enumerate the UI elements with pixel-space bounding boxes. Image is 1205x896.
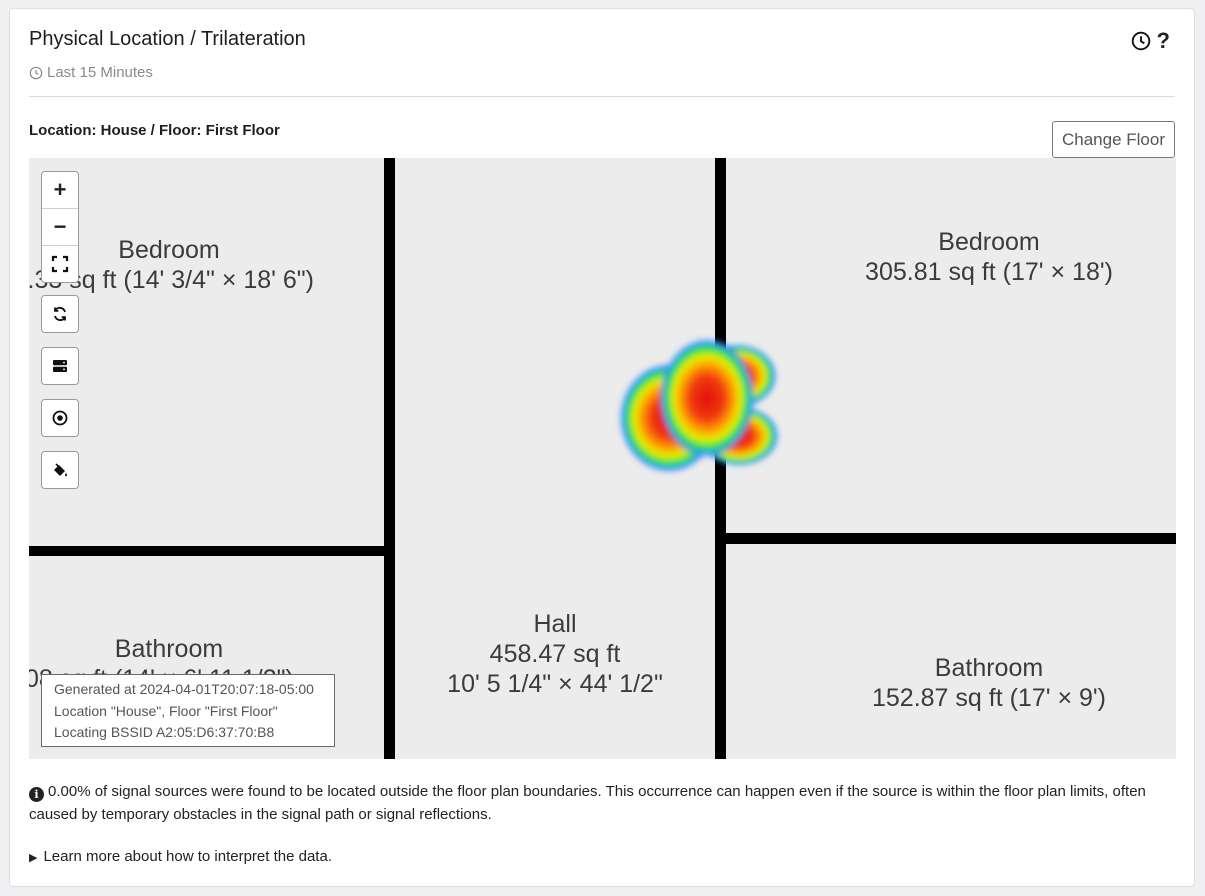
zoom-controls: + − bbox=[41, 171, 79, 283]
info-icon: i bbox=[29, 787, 44, 802]
target-button[interactable] bbox=[41, 399, 79, 437]
room-area: 458.47 sq ft bbox=[489, 640, 621, 668]
signal-heatmap bbox=[619, 338, 779, 473]
refresh-button[interactable] bbox=[41, 295, 79, 333]
note-text: 0.00% of signal sources were found to be… bbox=[29, 783, 1146, 823]
paint-bucket-button[interactable] bbox=[41, 451, 79, 489]
room-name: Bedroom bbox=[938, 228, 1040, 256]
target-icon bbox=[52, 410, 68, 426]
server-icon bbox=[53, 360, 67, 372]
disclosure-triangle-icon: ▶ bbox=[29, 852, 38, 864]
learn-more-toggle[interactable]: ▶ Learn more about how to interpret the d… bbox=[29, 848, 332, 865]
help-icon[interactable]: ? bbox=[1157, 30, 1170, 52]
room-hall: Hall 458.47 sq ft 10' 5 1/4" × 44' 1/2" bbox=[405, 609, 705, 699]
room-name: Bathroom bbox=[934, 654, 1044, 682]
room-area: 152.87 sq ft (17' × 9') bbox=[872, 684, 1106, 712]
clock-small-icon bbox=[29, 66, 43, 79]
wall bbox=[29, 546, 389, 556]
map-info-box: Generated at 2024-04-01T20:07:18-05:00 L… bbox=[41, 674, 335, 747]
header-actions: ? bbox=[1131, 30, 1170, 52]
room-area: 305.81 sq ft (17' × 18') bbox=[865, 258, 1113, 286]
refresh-icon bbox=[54, 307, 66, 321]
zoom-in-button[interactable]: + bbox=[42, 172, 78, 209]
server-button[interactable] bbox=[41, 347, 79, 385]
wall bbox=[384, 158, 395, 759]
room-name: Bathroom bbox=[114, 635, 224, 663]
generated-at: Generated at 2024-04-01T20:07:18-05:00 bbox=[54, 681, 314, 697]
page-title: Physical Location / Trilateration bbox=[29, 28, 306, 50]
change-floor-button[interactable]: Change Floor bbox=[1052, 121, 1175, 158]
clock-icon[interactable] bbox=[1131, 31, 1151, 51]
room-bathroom-right: Bathroom 152.87 sq ft (17' × 9') bbox=[819, 653, 1159, 713]
fullscreen-icon bbox=[51, 255, 69, 273]
floor-plan-map[interactable]: Bedroom 9.33 sq ft (14' 3/4" × 18' 6") B… bbox=[29, 158, 1176, 759]
trilateration-card: Physical Location / Trilateration Last 1… bbox=[9, 8, 1195, 887]
wall bbox=[721, 533, 1176, 544]
paint-bucket-icon bbox=[54, 463, 67, 477]
info-location: Location "House", Floor "First Floor" bbox=[54, 702, 278, 719]
locating-bssid: Locating BSSID A2:05:D6:37:70:B8 bbox=[54, 724, 275, 740]
room-dims: 10' 5 1/4" × 44' 1/2" bbox=[447, 670, 663, 698]
time-range: Last 15 Minutes bbox=[29, 64, 153, 81]
header-divider bbox=[29, 96, 1175, 97]
zoom-out-button[interactable]: − bbox=[42, 209, 78, 246]
time-range-label: Last 15 Minutes bbox=[47, 64, 153, 81]
learn-more-label: Learn more about how to interpret the da… bbox=[43, 848, 332, 865]
fullscreen-button[interactable] bbox=[42, 246, 78, 282]
room-name: Hall bbox=[533, 610, 577, 638]
outside-boundaries-note: i 0.00% of signal sources were found to b… bbox=[29, 780, 1179, 826]
room-bedroom-right: Bedroom 305.81 sq ft (17' × 18') bbox=[819, 227, 1159, 287]
location-label: Location: House / Floor: First Floor bbox=[29, 122, 280, 139]
